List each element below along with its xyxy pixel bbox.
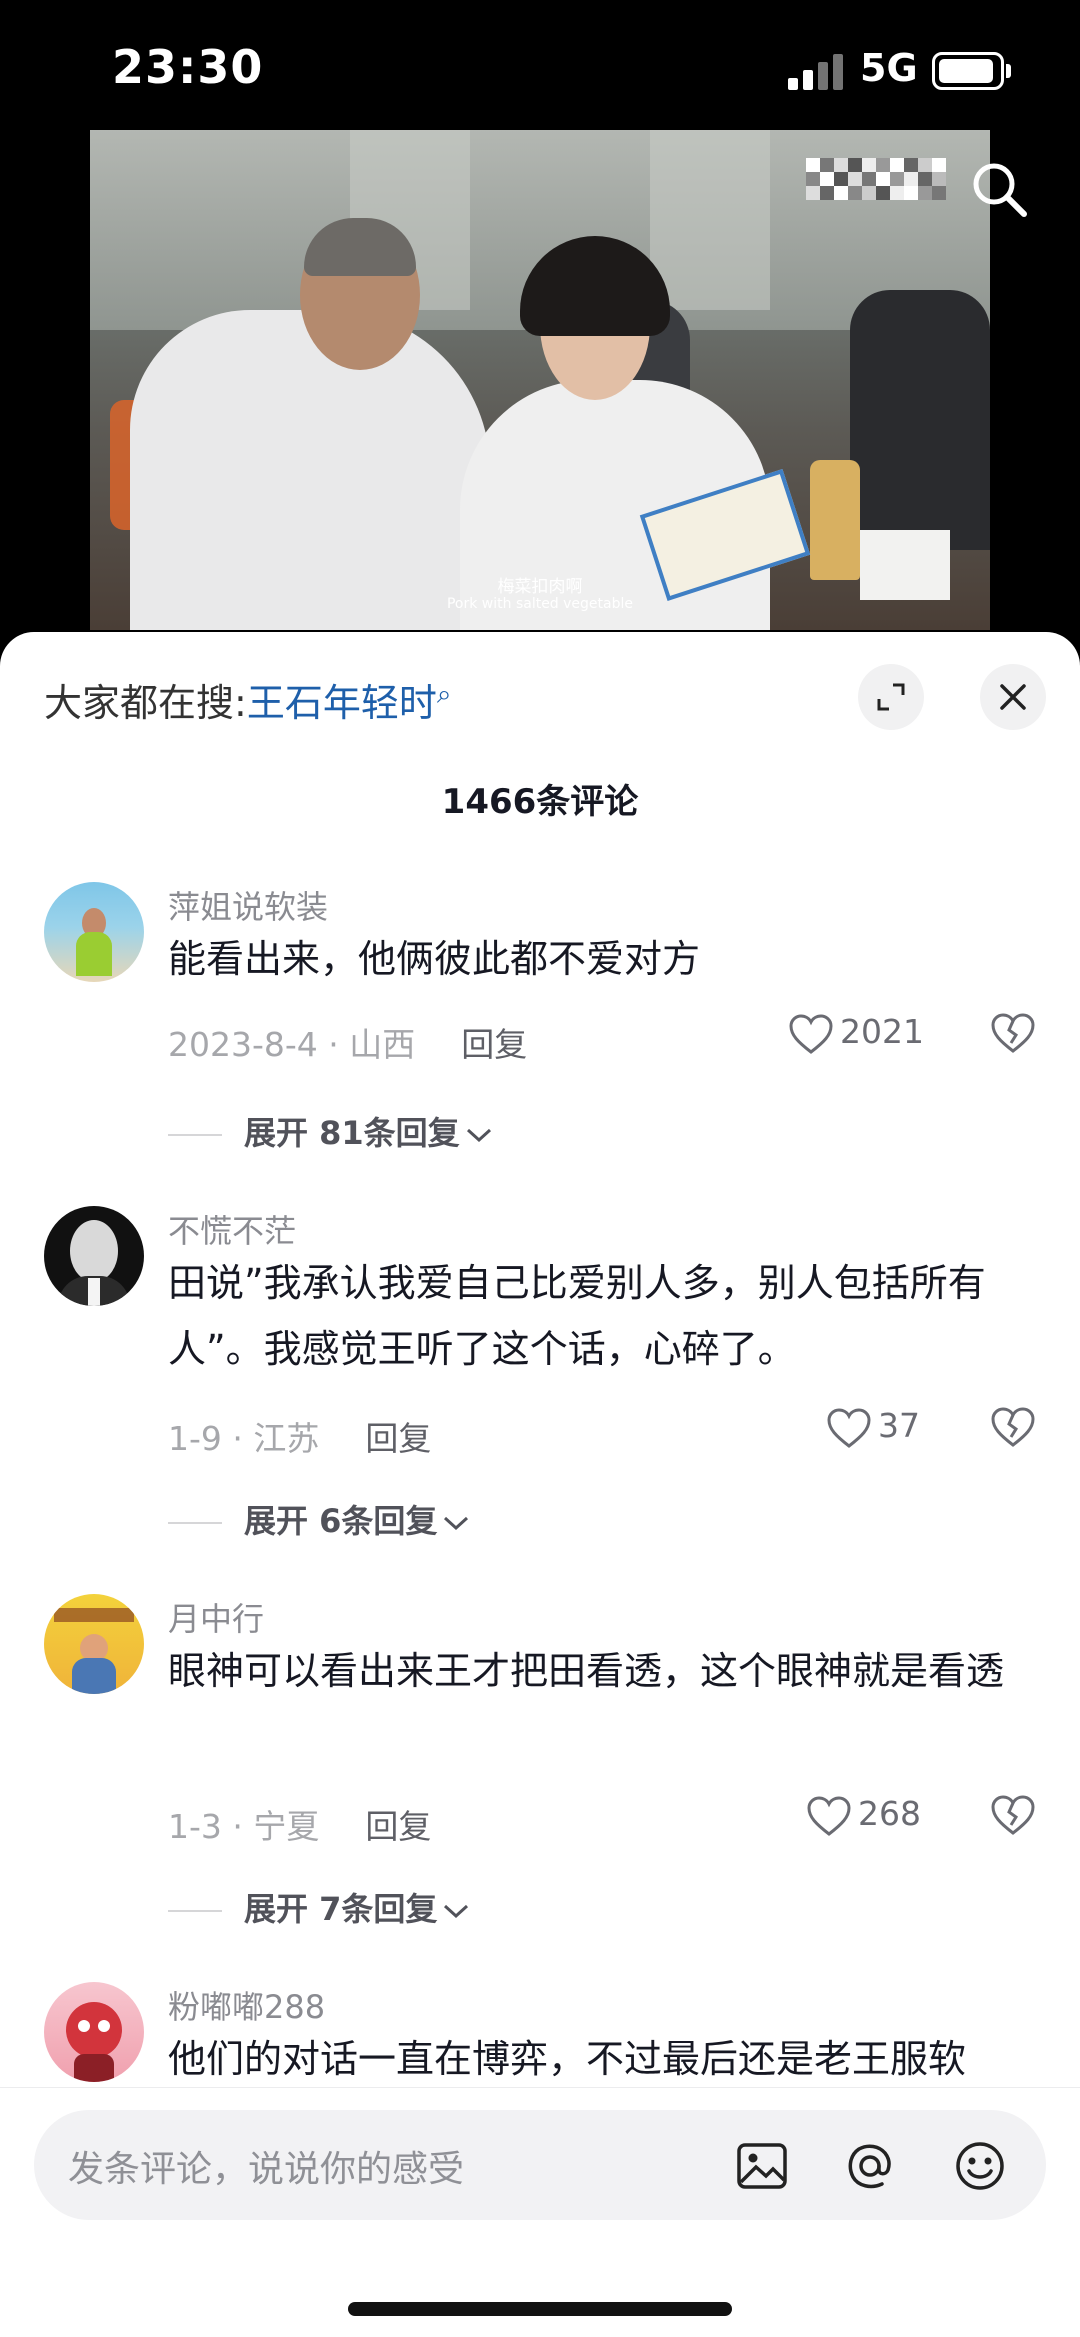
- broken-heart-icon: [991, 1407, 1035, 1447]
- comment-text: 他们的对话一直在博弈，不过最后还是老王服软: [168, 2037, 967, 2081]
- expand-replies[interactable]: 展开 6条回复: [168, 1496, 471, 1542]
- expand-replies[interactable]: 展开 7条回复: [168, 1884, 471, 1930]
- comment-username[interactable]: 萍姐说软装: [168, 882, 328, 928]
- chevron-down-icon: [466, 1128, 491, 1143]
- comment-text: 眼神可以看出来王才把田看透，这个眼神就是看透: [168, 1649, 1005, 1693]
- comment-date-location: 1-3 · 宁夏: [168, 1807, 320, 1846]
- comment-username[interactable]: 月中行: [168, 1594, 264, 1640]
- comment-meta: 1-9 · 江苏 回复: [168, 1412, 431, 1460]
- subtitle-zh: 梅菜扣肉啊: [497, 577, 583, 597]
- like-button[interactable]: 268: [806, 1794, 921, 1837]
- emoji-icon[interactable]: [952, 2138, 1008, 2194]
- avatar[interactable]: [44, 1594, 144, 1694]
- video-window: [650, 130, 770, 310]
- like-count: 268: [858, 1794, 921, 1833]
- comment-sheet: 大家都在搜:王石年轻时⌕ 1466条评论 萍姐说软装 能看出来，他俩彼此都不爱对…: [0, 632, 1080, 2337]
- expand-replies[interactable]: 展开 81条回复: [168, 1108, 494, 1154]
- avatar[interactable]: [44, 882, 144, 982]
- comment-count: 1466条评论: [441, 782, 639, 822]
- comment-input[interactable]: 发条评论，说说你的感受: [34, 2110, 1046, 2220]
- mosaic-blur: [806, 158, 976, 200]
- subtitle-en: Pork with salted vegetable: [446, 596, 634, 612]
- dislike-button[interactable]: [990, 1012, 1036, 1058]
- expand-icon: [877, 683, 905, 711]
- chevron-down-icon: [444, 1516, 469, 1531]
- expand-replies-label: 展开 6条回复: [244, 1502, 438, 1540]
- image-icon[interactable]: [734, 2138, 790, 2194]
- home-indicator[interactable]: [348, 2302, 732, 2316]
- avatar[interactable]: [44, 1206, 144, 1306]
- status-bar: 23:30 5G: [0, 0, 1080, 130]
- like-count: 2021: [840, 1012, 924, 1051]
- broken-heart-icon: [991, 1795, 1035, 1835]
- broken-heart-icon: [991, 1013, 1035, 1053]
- at-icon[interactable]: [842, 2138, 898, 2194]
- video-bg-person: [850, 290, 990, 550]
- signal-icon: [788, 54, 844, 90]
- comment-date-location: 2023-8-4 · 山西: [168, 1025, 416, 1064]
- like-button[interactable]: 37: [826, 1406, 920, 1449]
- dislike-button[interactable]: [990, 1406, 1036, 1452]
- comment-meta: 1-3 · 宁夏 回复: [168, 1800, 431, 1848]
- comment-meta: 2023-8-4 · 山西 回复: [168, 1018, 527, 1066]
- heart-icon: [789, 1013, 833, 1054]
- comment-text: 能看出来，他俩彼此都不爱对方: [168, 937, 701, 981]
- search-suggestion[interactable]: 大家都在搜:王石年轻时⌕: [44, 672, 451, 727]
- dislike-button[interactable]: [990, 1794, 1036, 1840]
- suggestion-prefix: 大家都在搜:: [44, 681, 247, 725]
- comment-input-bar: 发条评论，说说你的感受: [0, 2087, 1080, 2337]
- battery-icon: [932, 52, 1004, 90]
- reply-button[interactable]: 回复: [461, 1025, 527, 1064]
- suggestion-keyword[interactable]: 王石年轻时: [247, 681, 437, 725]
- video-bottle: [810, 460, 860, 580]
- avatar[interactable]: [44, 1982, 144, 2082]
- expand-replies-label: 展开 81条回复: [244, 1114, 460, 1152]
- like-button[interactable]: 2021: [788, 1012, 924, 1055]
- screen: 23:30 5G 梅菜扣肉啊 Pork with salted vegetabl…: [0, 0, 1080, 2337]
- chevron-down-icon: [444, 1904, 469, 1919]
- close-button[interactable]: [980, 664, 1046, 730]
- battery-cap: [1006, 64, 1011, 78]
- heart-icon: [807, 1795, 851, 1836]
- comment-username[interactable]: 不慌不茫: [168, 1206, 296, 1252]
- expand-button[interactable]: [858, 664, 924, 730]
- status-time: 23:30: [112, 40, 264, 94]
- comment-username[interactable]: 粉嘟嘟288: [168, 1982, 325, 2028]
- video-player[interactable]: 梅菜扣肉啊 Pork with salted vegetable: [90, 130, 990, 630]
- heart-icon: [827, 1407, 871, 1448]
- search-icon[interactable]: [970, 160, 1030, 220]
- close-icon: [1000, 684, 1026, 710]
- comment-input-placeholder: 发条评论，说说你的感受: [68, 2149, 465, 2190]
- reply-button[interactable]: 回复: [365, 1807, 431, 1846]
- comment-text: 田说”我承认我爱自己比爱别人多，别人包括所有人”。我感觉王听了这个话，心碎了。: [168, 1261, 986, 1371]
- small-search-icon: ⌕: [436, 679, 452, 710]
- network-label: 5G: [860, 46, 918, 90]
- expand-replies-label: 展开 7条回复: [244, 1890, 438, 1928]
- comment-date-location: 1-9 · 江苏: [168, 1419, 320, 1458]
- reply-button[interactable]: 回复: [365, 1419, 431, 1458]
- like-count: 37: [878, 1406, 920, 1445]
